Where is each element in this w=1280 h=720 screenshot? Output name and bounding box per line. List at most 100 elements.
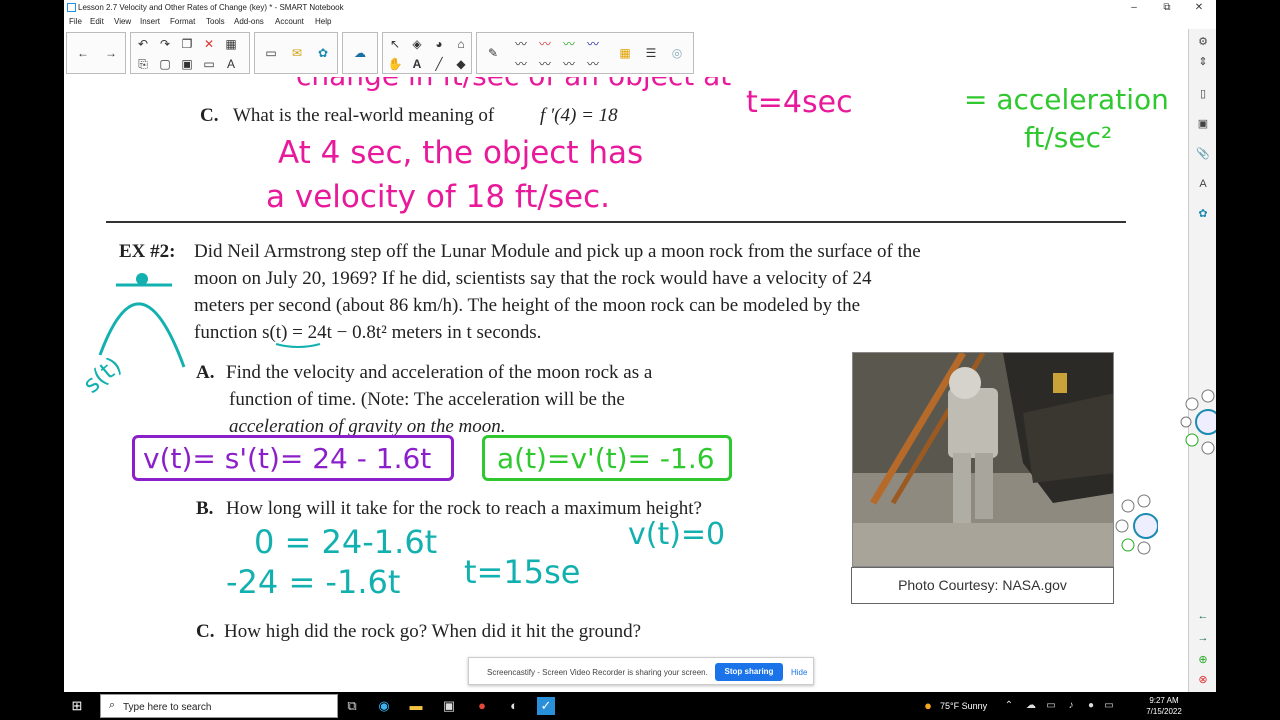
ex2-line-1: Did Neil Armstrong step off the Lunar Mo…	[194, 241, 921, 262]
taskbar-clock[interactable]: 9:27 AM 7/15/2022	[1119, 695, 1209, 717]
maximize-button[interactable]: ⧉	[1152, 0, 1182, 16]
text-icon[interactable]: A	[407, 54, 427, 74]
screencastify-share-bar: Screencastify - Screen Video Recorder is…	[468, 657, 814, 685]
edge-browser-icon[interactable]: ◉	[375, 697, 393, 715]
previous-page-icon[interactable]: ←	[73, 43, 93, 63]
clock-date: 7/15/2022	[1146, 707, 1182, 716]
display-icon[interactable]: ▭	[1100, 697, 1118, 715]
minimize-button[interactable]: –	[1119, 0, 1149, 16]
gallery-icon[interactable]: ☁	[350, 43, 370, 63]
store-icon[interactable]: ▣	[440, 697, 458, 715]
gallery-tab-icon[interactable]: ▣	[1194, 115, 1212, 133]
window-title: Lesson 2.7 Velocity and Other Rates of C…	[78, 3, 344, 12]
microphone-icon[interactable]: ●	[1082, 697, 1100, 715]
pen-style-red-icon[interactable]: 〰	[535, 34, 555, 54]
delete-icon[interactable]: ✕	[199, 34, 219, 54]
menu-tools[interactable]: Tools	[206, 17, 225, 26]
part-a-line-1: Find the velocity and acceleration of th…	[226, 362, 653, 383]
paint-icon[interactable]: ◐	[505, 697, 523, 715]
taskbar-search[interactable]: ⌕ Type here to search	[100, 694, 338, 718]
redo-icon[interactable]: ↷	[155, 34, 175, 54]
windows-start-icon[interactable]: ⊞	[68, 697, 86, 715]
pen-style-black-icon[interactable]: 〰	[511, 34, 531, 54]
line-icon[interactable]: ╱	[429, 54, 449, 74]
handwriting-top-partial: change in ft/sec of an object at	[296, 77, 731, 92]
menu-insert[interactable]: Insert	[140, 17, 160, 26]
menu-addons[interactable]: Add-ons	[234, 17, 264, 26]
task-view-icon[interactable]: ⧉	[343, 697, 361, 715]
response-icon[interactable]: ✉	[287, 43, 307, 63]
touch-icon[interactable]: ✋	[385, 54, 405, 74]
menu-account[interactable]: Account	[275, 17, 304, 26]
edge-pen-widget[interactable]	[1180, 386, 1216, 458]
toolbar: ← → ↶ ↷ ❐ ✕ ▦ ⎘ ▢ ▣ ▭ A ▭ ✉ ✿ ☁ ↖ ◈ ◕ ⌂	[64, 29, 1216, 77]
pen-style-4-icon[interactable]: 〰	[559, 54, 579, 74]
properties-icon[interactable]: A	[1194, 175, 1212, 193]
page-icon[interactable]: ▢	[155, 54, 175, 74]
sidebar-delete-page-icon[interactable]: ⊗	[1194, 671, 1212, 689]
fill-icon[interactable]: ◕	[429, 34, 449, 54]
menu-format[interactable]: Format	[170, 17, 195, 26]
table-icon[interactable]: ▦	[221, 34, 241, 54]
menu-help[interactable]: Help	[315, 17, 331, 26]
pen-style-green-icon[interactable]: 〰	[559, 34, 579, 54]
smart-notebook-taskbar-icon[interactable]: ✓	[537, 697, 555, 715]
cloud-icon[interactable]: ☁	[1022, 697, 1040, 715]
pen-style-blue-icon[interactable]: 〰	[583, 34, 603, 54]
toolbar-tools-group: ↖ ◈ ◕ ⌂ ✋ A ╱ ◆	[382, 32, 472, 74]
magic-pen-icon[interactable]: ⌂	[451, 34, 471, 54]
undo-icon[interactable]: ↶	[133, 34, 153, 54]
move-sidebar-icon[interactable]: ⇕	[1194, 53, 1212, 71]
menu-view[interactable]: View	[114, 17, 131, 26]
sidebar-prev-page-icon[interactable]: ←	[1194, 607, 1212, 625]
ex2-label: EX #2:	[119, 241, 176, 262]
sidebar-next-page-icon[interactable]: →	[1194, 629, 1212, 647]
paste-icon[interactable]: ❐	[177, 34, 197, 54]
open-icon[interactable]: ⎘	[133, 54, 153, 74]
floating-pen-widget[interactable]	[1114, 493, 1158, 555]
eraser-icon[interactable]: ◆	[451, 54, 471, 74]
select-icon[interactable]: ↖	[385, 34, 405, 54]
pen-style-2-icon[interactable]: 〰	[511, 54, 531, 74]
handwriting-t4sec: t=4sec	[746, 85, 853, 120]
search-placeholder: Type here to search	[123, 702, 212, 713]
tray-chevron-icon[interactable]: ⌃	[1000, 697, 1018, 715]
attachments-icon[interactable]: 📎	[1194, 145, 1212, 163]
file-explorer-icon[interactable]: ▬	[407, 697, 425, 715]
weather-icon: ●	[924, 698, 932, 713]
menu-file[interactable]: File	[69, 17, 82, 26]
right-sidebar: ⚙ ⇕ ▯ ▣ 📎 A ✿ ← → ⊕ ⊗	[1188, 29, 1216, 720]
save-icon[interactable]: ▣	[177, 54, 197, 74]
handwriting-step1: 0 = 24-1.6t	[254, 523, 438, 561]
hide-button[interactable]: Hide	[791, 668, 807, 677]
part-c-label: C.	[196, 621, 215, 642]
stop-sharing-button[interactable]: Stop sharing	[715, 663, 783, 681]
pen-icon[interactable]: ✎	[483, 43, 503, 63]
screen-shade-icon[interactable]: ▭	[199, 54, 219, 74]
shapes-icon[interactable]: ◈	[407, 34, 427, 54]
toolbar-addons-group: ▭ ✉ ✿	[254, 32, 338, 74]
line-width-icon[interactable]: ☰	[641, 43, 661, 63]
sidebar-add-page-icon[interactable]: ⊕	[1194, 651, 1212, 669]
document-camera-icon[interactable]: ▭	[261, 43, 281, 63]
pen-style-5-icon[interactable]: 〰	[583, 54, 603, 74]
handwriting-vt0: v(t)=0	[628, 517, 726, 552]
addons-tab-icon[interactable]: ✿	[1194, 205, 1212, 223]
close-button[interactable]: ✕	[1184, 0, 1214, 16]
ex2-line-2: moon on July 20, 1969? If he did, scient…	[194, 268, 872, 289]
notebook-page[interactable]: change in ft/sec of an object at t=4sec …	[64, 77, 1188, 687]
chrome-icon[interactable]: ●	[473, 697, 491, 715]
pen-style-3-icon[interactable]: 〰	[535, 54, 555, 74]
color-palette-icon[interactable]: ▦	[615, 43, 635, 63]
page-sorter-icon[interactable]: ▯	[1194, 85, 1212, 103]
transparency-icon[interactable]: ◎	[667, 43, 687, 63]
app-icon	[67, 3, 76, 12]
menu-edit[interactable]: Edit	[90, 17, 104, 26]
lab-icon[interactable]: ✿	[313, 43, 333, 63]
search-icon: ⌕	[109, 699, 116, 711]
next-page-icon[interactable]: →	[101, 43, 121, 63]
network-icon[interactable]: ▭	[1042, 697, 1060, 715]
text-size-icon[interactable]: A	[221, 54, 241, 74]
settings-gear-icon[interactable]: ⚙	[1194, 33, 1212, 51]
volume-icon[interactable]: ♪	[1062, 697, 1080, 715]
